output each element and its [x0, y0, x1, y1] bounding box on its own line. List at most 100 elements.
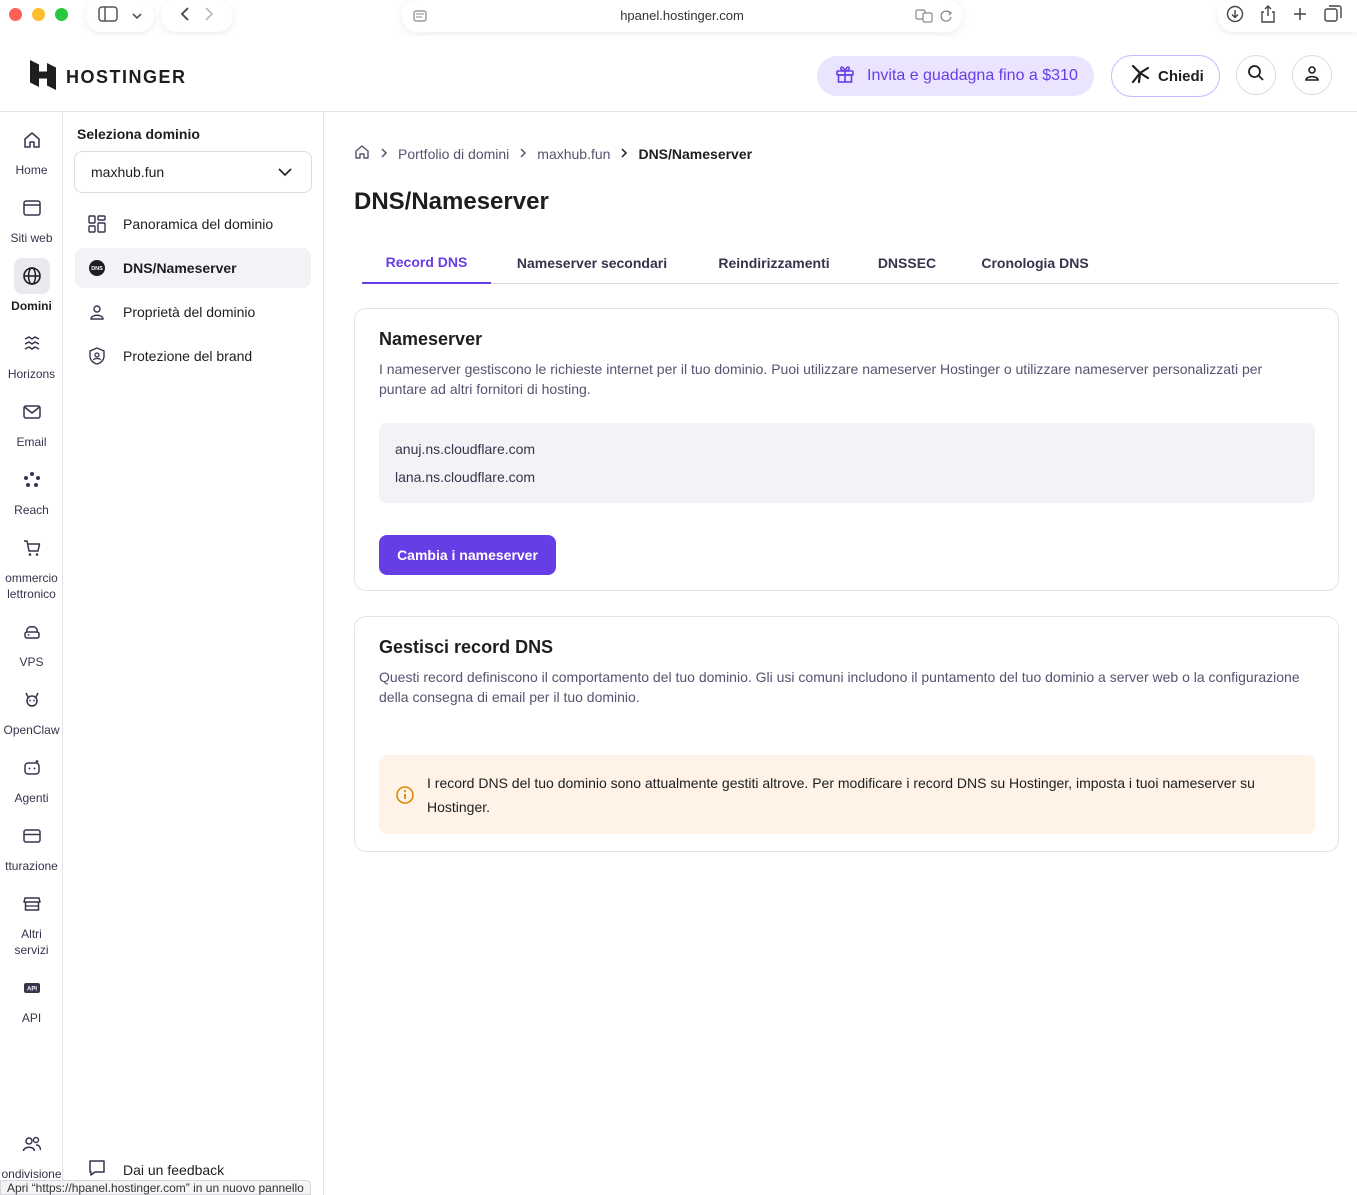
- rail-label: Altri servizi: [14, 927, 49, 957]
- maximize-window-button[interactable]: [55, 8, 68, 21]
- sparkle-icon: [1130, 64, 1150, 88]
- rail-label: VPS: [19, 655, 44, 669]
- breadcrumb-current: DNS/Nameserver: [638, 145, 753, 162]
- select-domain-label: Seleziona dominio: [77, 126, 200, 142]
- shield-icon: [87, 346, 107, 366]
- grid-icon: [87, 214, 107, 234]
- sidebar-item-label: Proprietà del dominio: [123, 304, 256, 320]
- sidebar-item-label: DNS/Nameserver: [123, 260, 237, 276]
- gift-icon: [835, 64, 855, 89]
- history-nav-group: [161, 0, 233, 32]
- rail-label: Reach: [14, 503, 49, 517]
- nameserver-item: lana.ns.cloudflare.com: [395, 469, 536, 485]
- minimize-window-button[interactable]: [32, 8, 45, 21]
- back-icon[interactable]: [180, 6, 190, 27]
- nameserver-card: Nameserver I nameserver gestiscono le ri…: [354, 308, 1339, 591]
- info-icon: [395, 785, 415, 810]
- tab-nameserver-secondari[interactable]: Nameserver secondari: [501, 242, 683, 284]
- link-status-bar: Apri “https://hpanel.hostinger.com” in u…: [0, 1180, 311, 1195]
- chevron-right-icon: [519, 146, 527, 162]
- ask-ai-button[interactable]: Chiedi: [1111, 55, 1220, 97]
- browser-actions-group: [1218, 0, 1357, 32]
- globe-icon: [13, 258, 50, 294]
- rail-label: API: [21, 1011, 42, 1025]
- breadcrumb-domain[interactable]: maxhub.fun: [537, 146, 610, 162]
- rail-item-horizons[interactable]: Horizons: [0, 326, 62, 382]
- dns-records-card: Gestisci record DNS Questi record defini…: [354, 616, 1339, 852]
- main-content: Portfolio di domini maxhub.fun DNS/Names…: [324, 112, 1357, 1195]
- rail-label: tturazione: [5, 859, 58, 873]
- rail-item-home[interactable]: Home: [0, 122, 62, 178]
- url-text[interactable]: hpanel.hostinger.com: [402, 8, 962, 23]
- store-icon: [14, 886, 50, 922]
- main-nav-rail: Home Siti web Domini Horizons Email Reac…: [0, 112, 63, 1195]
- sidebar-item-protezione[interactable]: Protezione del brand: [75, 336, 311, 376]
- sidebar-item-label: Panoramica del dominio: [123, 216, 274, 232]
- domain-select[interactable]: maxhub.fun: [74, 151, 312, 193]
- home-icon: [14, 122, 50, 158]
- tab-dnssec[interactable]: DNSSEC: [867, 242, 947, 284]
- tab-cronologia-dns[interactable]: Cronologia DNS: [971, 242, 1099, 284]
- search-button[interactable]: [1236, 55, 1276, 95]
- rail-item-siti-web[interactable]: Siti web: [0, 190, 62, 246]
- rail-item-fatturazione[interactable]: tturazione: [0, 818, 62, 874]
- credit-card-icon: [14, 818, 50, 854]
- openclaw-icon: [14, 682, 50, 718]
- rail-item-openclaw[interactable]: OpenClaw: [0, 682, 62, 738]
- forward-icon[interactable]: [204, 6, 214, 27]
- hostinger-logo[interactable]: HOSTINGER: [30, 60, 187, 95]
- home-icon[interactable]: [354, 144, 370, 163]
- translate-icon[interactable]: [914, 6, 934, 26]
- app-header: HOSTINGER Invita e guadagna fino a $310 …: [0, 36, 1357, 112]
- ask-label: Chiedi: [1158, 67, 1204, 85]
- tab-record-dns[interactable]: Record DNS: [362, 242, 491, 284]
- sidebar-toggle-icon[interactable]: [98, 5, 118, 27]
- close-window-button[interactable]: [9, 8, 22, 21]
- selected-domain: maxhub.fun: [91, 164, 165, 180]
- reload-icon[interactable]: [936, 6, 956, 26]
- rail-label: Agenti: [14, 791, 49, 805]
- cloud-server-icon: [14, 614, 50, 650]
- tab-reindirizzamenti[interactable]: Reindirizzamenti: [705, 242, 843, 284]
- change-nameservers-button[interactable]: Cambia i nameserver: [379, 535, 556, 575]
- rail-item-api[interactable]: API API: [0, 970, 62, 1026]
- mail-icon: [14, 394, 50, 430]
- sidebar-item-panoramica[interactable]: Panoramica del dominio: [75, 204, 311, 244]
- chevron-down-icon[interactable]: [132, 7, 142, 25]
- invite-earn-button[interactable]: Invita e guadagna fino a $310: [817, 56, 1094, 96]
- rail-item-reach[interactable]: Reach: [0, 462, 62, 518]
- rail-item-domini[interactable]: Domini: [0, 258, 62, 314]
- sidebar-item-proprieta[interactable]: Proprietà del dominio: [75, 292, 311, 332]
- breadcrumb-portfolio[interactable]: Portfolio di domini: [398, 146, 509, 162]
- rail-item-condivisione[interactable]: ondivisione: [0, 1126, 62, 1182]
- new-tab-icon[interactable]: [1292, 6, 1308, 27]
- rail-item-ecommerce[interactable]: ommercio lettronico: [0, 530, 62, 602]
- rail-item-agenti[interactable]: Agenti: [0, 750, 62, 806]
- rail-label: Siti web: [10, 231, 53, 245]
- feedback-button[interactable]: Dai un feedback: [87, 1158, 224, 1181]
- browser-toolbar: hpanel.hostinger.com: [0, 0, 1357, 36]
- api-icon: API: [14, 970, 50, 1006]
- horizons-icon: [14, 326, 50, 362]
- rail-item-altri-servizi[interactable]: Altri servizi: [0, 886, 62, 958]
- rail-label: Domini: [11, 299, 52, 313]
- download-icon[interactable]: [1226, 5, 1244, 28]
- domain-sidebar: Seleziona dominio maxhub.fun Panoramica …: [63, 112, 324, 1195]
- svg-text:DNS: DNS: [91, 266, 103, 272]
- sidebar-item-dns[interactable]: DNS DNS/Nameserver: [75, 248, 311, 288]
- rail-item-email[interactable]: Email: [0, 394, 62, 450]
- nameserver-item: anuj.ns.cloudflare.com: [395, 441, 536, 457]
- users-icon: [14, 1126, 50, 1162]
- tab-overview-icon[interactable]: [1324, 4, 1342, 28]
- page-title: DNS/Nameserver: [354, 188, 549, 215]
- share-icon[interactable]: [1260, 4, 1276, 28]
- address-bar[interactable]: hpanel.hostinger.com: [402, 0, 962, 32]
- rail-label: Email: [16, 435, 47, 449]
- sidebar-item-label: Protezione del brand: [123, 348, 253, 364]
- account-button[interactable]: [1292, 55, 1332, 95]
- sidebar-toggle-group[interactable]: [86, 0, 154, 32]
- reach-icon: [14, 462, 50, 498]
- search-icon: [1247, 64, 1265, 87]
- rail-item-vps[interactable]: VPS: [0, 614, 62, 670]
- dns-managed-elsewhere-alert: I record DNS del tuo dominio sono attual…: [379, 755, 1315, 834]
